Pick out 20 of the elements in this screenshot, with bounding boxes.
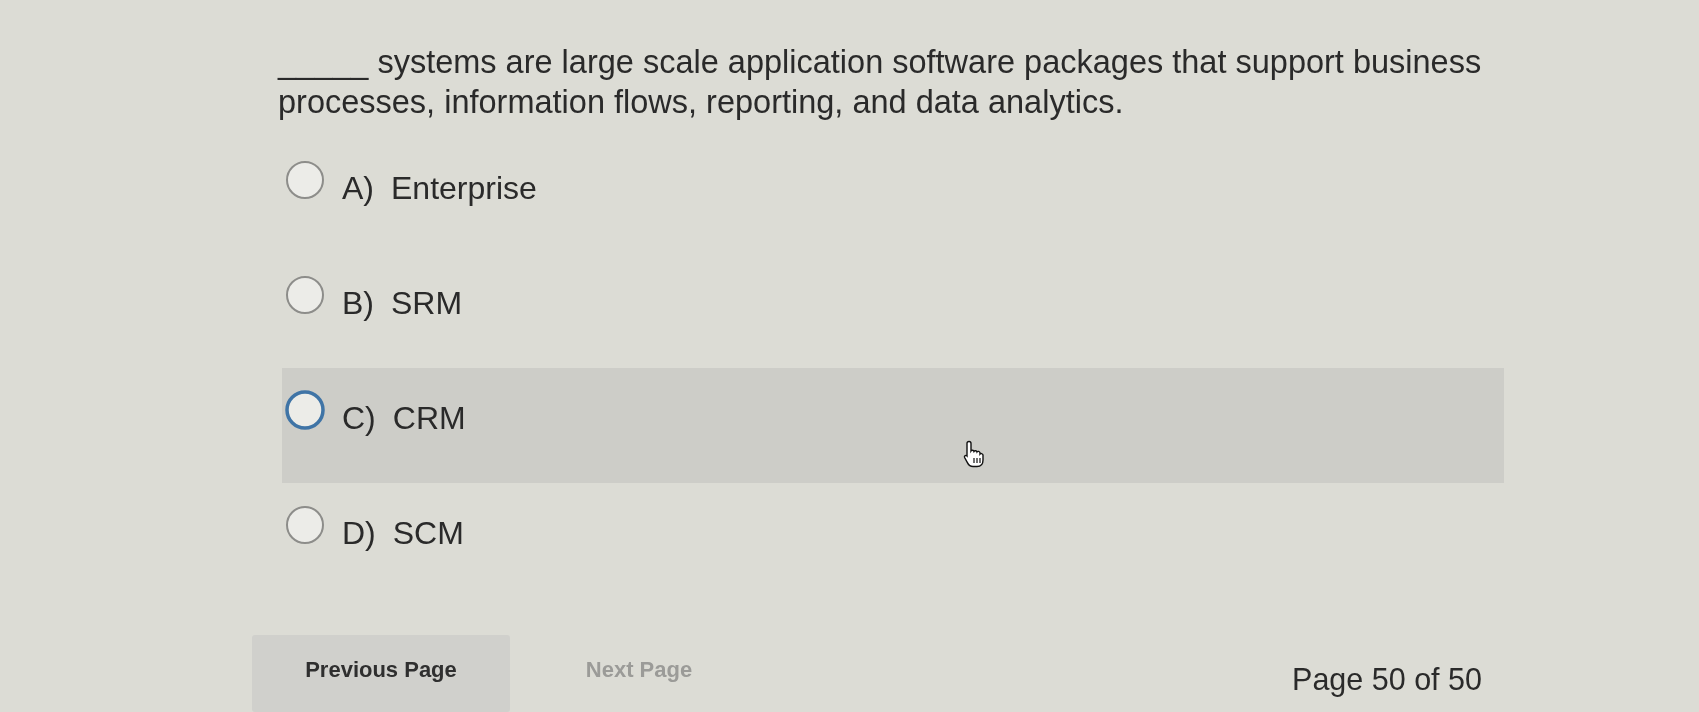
radio-button[interactable] (285, 390, 325, 430)
option-text: CRM (392, 399, 466, 438)
answer-option[interactable]: B) SRM (282, 253, 1504, 368)
page-button[interactable]: Previous Page (252, 635, 510, 712)
radio-button[interactable] (285, 275, 325, 315)
radio-button[interactable] (285, 505, 325, 545)
answer-option[interactable]: C) CRM (282, 368, 1504, 483)
option-text: SRM (391, 284, 463, 323)
radio-button[interactable] (285, 160, 325, 200)
option-text: Enterprise (391, 169, 537, 208)
option-letter: A) (342, 169, 374, 208)
option-letter: C) (342, 399, 376, 438)
hand-cursor-icon (963, 440, 987, 468)
option-text: SCM (392, 514, 464, 553)
answer-option[interactable]: A) Enterprise (282, 138, 1504, 253)
question-text: _____ systems are large scale application software packages that support business processes, information flows, reporting, and data analytics. (278, 43, 1483, 122)
option-letter: D) (342, 514, 376, 553)
page-indicator: Page 50 of 50 (1292, 661, 1482, 697)
option-letter: B) (342, 284, 374, 323)
answer-option[interactable]: D) SCM (282, 483, 1504, 598)
